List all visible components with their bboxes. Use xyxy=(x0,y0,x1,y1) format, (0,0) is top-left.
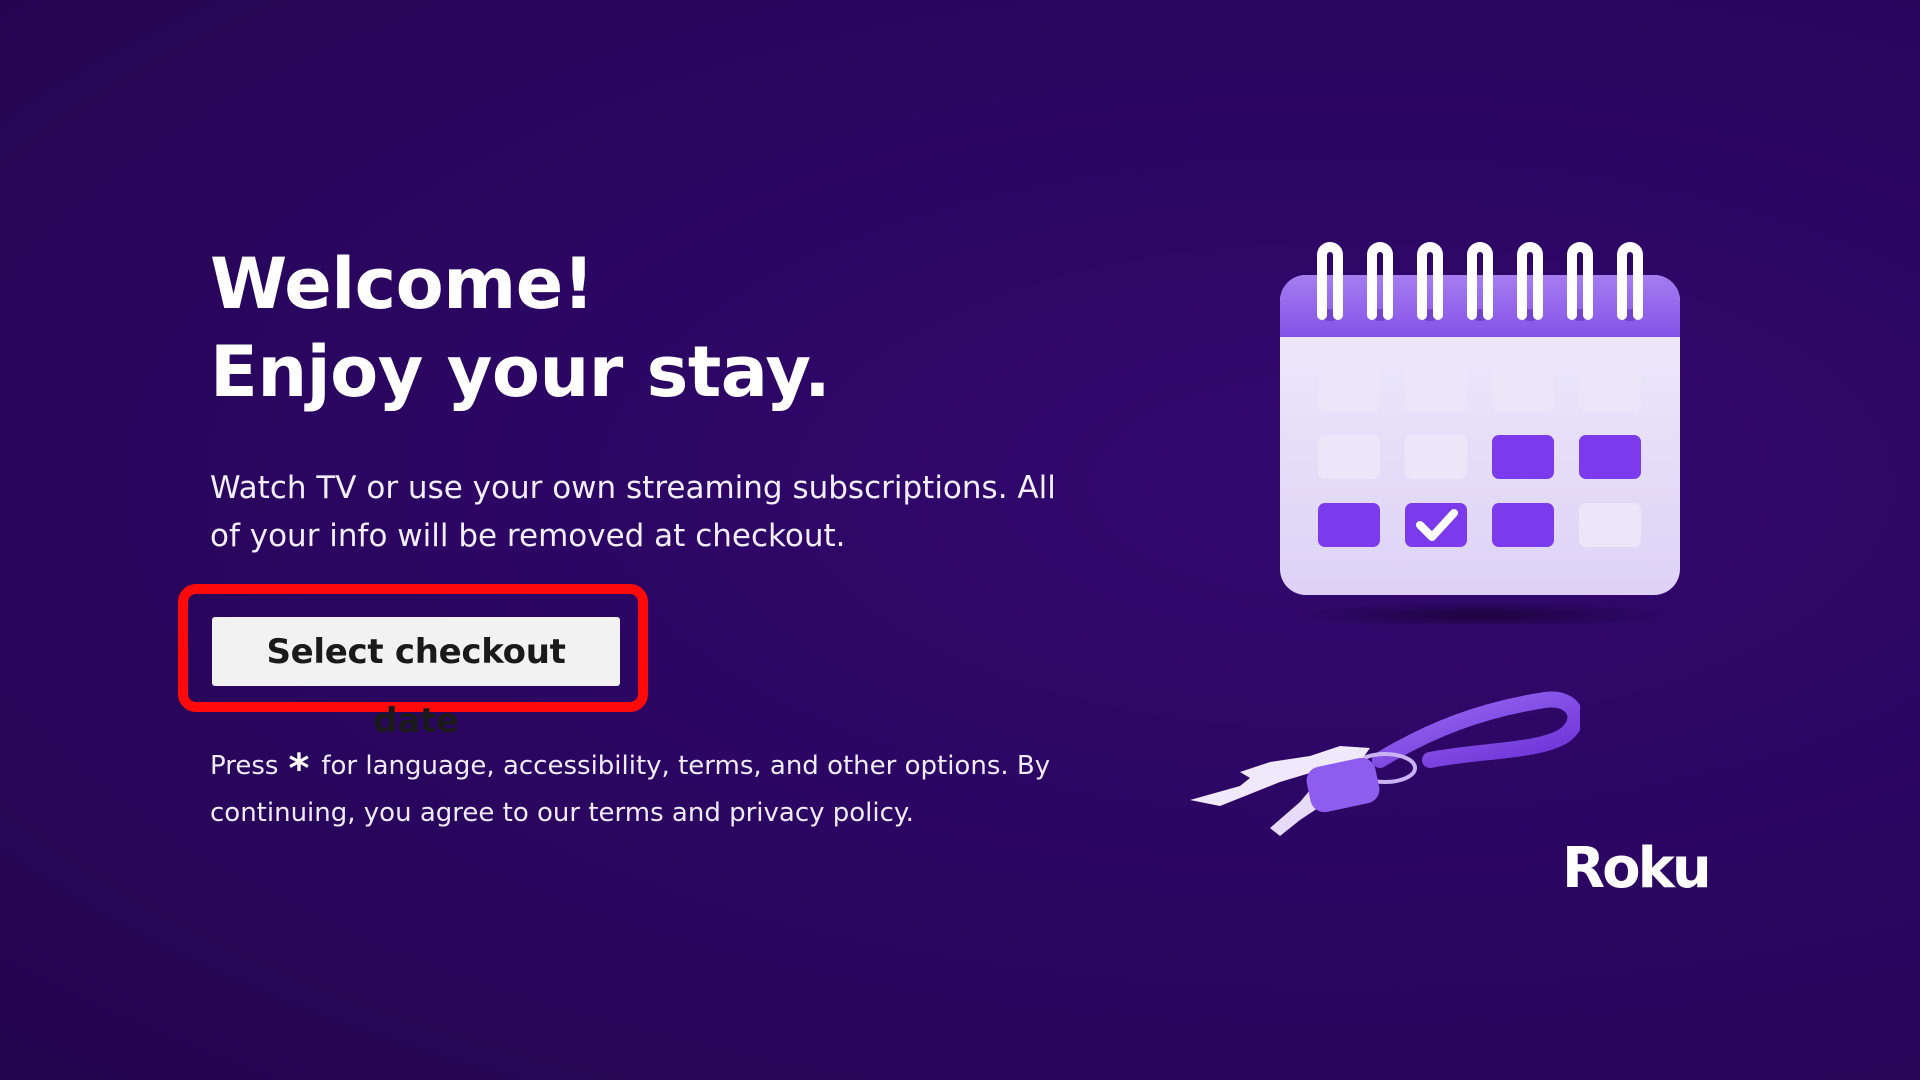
legal-press-label: Press xyxy=(210,751,279,781)
calendar-check-icon xyxy=(1280,242,1680,625)
star-key-icon: * xyxy=(288,746,310,792)
headline-line-welcome: Welcome! xyxy=(210,243,595,325)
roku-logo: Roku xyxy=(1562,836,1712,901)
legal-notice: Press * for language, accessibility, terms… xyxy=(210,744,1110,835)
keys-keychain-icon xyxy=(1190,691,1580,836)
intro-text: Watch TV or use your own streaming subsc… xyxy=(210,470,1056,554)
welcome-screen: Welcome! Enjoy your stay. Watch TV or us… xyxy=(0,0,1920,1080)
legal-notice-text: for language, accessibility, terms, and … xyxy=(210,751,1051,828)
welcome-headline: Welcome! Enjoy your stay. xyxy=(210,240,831,416)
select-checkout-date-button[interactable]: Select checkout date xyxy=(212,617,620,741)
headline-line-enjoy: Enjoy your stay. xyxy=(210,331,831,413)
